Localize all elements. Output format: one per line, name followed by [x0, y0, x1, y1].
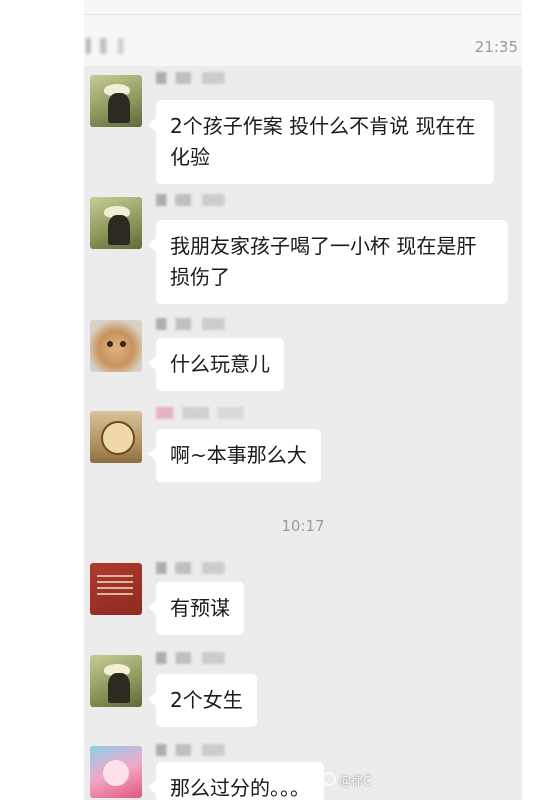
message-bubble[interactable]: 我朋友家孩子喝了一小杯 现在是肝损伤了 — [148, 220, 508, 304]
cat-avatar[interactable] — [90, 411, 142, 463]
weibo-icon — [322, 772, 336, 786]
pink-cartoon-avatar[interactable] — [90, 746, 142, 798]
sender-name-blurred — [156, 72, 244, 84]
straw-hat-avatar[interactable] — [90, 655, 142, 707]
chat-screenshot: 21:35 2个孩子作案 投什么不肯说 现在在化验 我朋友家孩子喝了一小杯 现在… — [84, 0, 522, 800]
sender-name-blurred — [156, 318, 244, 330]
message-bubble[interactable]: 2个孩子作案 投什么不肯说 现在在化验 — [148, 100, 494, 184]
header-time: 21:35 — [474, 38, 518, 56]
sender-name-blurred — [156, 407, 244, 419]
sender-name-blurred — [156, 194, 244, 206]
message-bubble[interactable]: 啊~本事那么大 — [148, 429, 321, 482]
chat-title-blurred — [86, 38, 132, 54]
chat-header: 21:35 — [84, 0, 522, 66]
sender-name-blurred — [156, 562, 244, 574]
message-bubble[interactable]: 2个女生 — [148, 674, 257, 727]
bear-avatar[interactable] — [90, 320, 142, 372]
message-bubble[interactable]: 什么玩意儿 — [148, 338, 284, 391]
book-avatar[interactable] — [90, 563, 142, 615]
message-bubble[interactable]: 有预谋 — [148, 582, 244, 635]
watermark-text: @律Č — [339, 774, 372, 788]
sender-name-blurred — [156, 652, 244, 664]
header-divider — [84, 14, 522, 15]
straw-hat-avatar[interactable] — [90, 197, 142, 249]
message-bubble[interactable]: 那么过分的。。。 — [148, 762, 324, 800]
straw-hat-avatar[interactable] — [90, 75, 142, 127]
sender-name-blurred — [156, 744, 244, 756]
time-separator: 10:17 — [281, 517, 325, 535]
